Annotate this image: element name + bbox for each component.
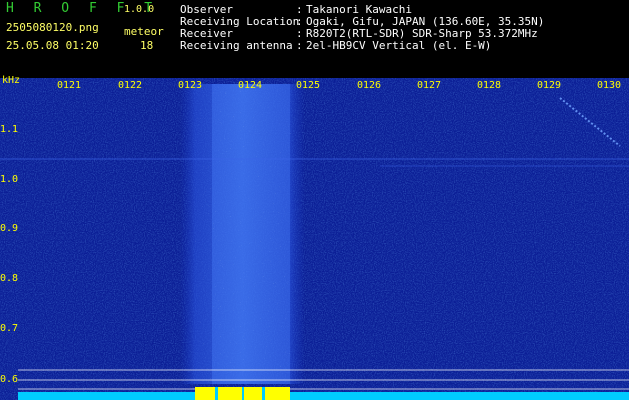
time-tick-label: 0130 [597,80,622,91]
info-separator: : [296,39,303,52]
capture-datetime: 25.05.08 01:20 [6,39,99,52]
noise-floor-bar [18,392,629,400]
app-version: 1.0.0 [124,4,155,15]
time-tick-label: 0125 [296,80,321,91]
y-tick-label: 1.0 [0,174,19,185]
file-name: 2505080120.png [6,21,99,34]
time-tick-label: 0126 [357,80,382,91]
time-tick-label: 0122 [118,80,143,91]
signal-sparkle [195,84,295,384]
peak-bar-gap [262,387,265,400]
y-tick-label: 0.9 [0,223,19,234]
time-tick-label: 0123 [178,80,203,91]
y-tick-label: 0.8 [0,273,19,284]
time-tick-label: 0128 [477,80,502,91]
hrofft-screen: H R O F F T 1.0.0 2505080120.png 25.05.0… [0,0,629,400]
antenna-value: 2el-HB9CV Vertical (el. E-W) [306,39,492,52]
meteor-count-label: meteor [124,25,164,38]
y-tick-label: 0.6 [0,374,19,385]
header-panel: H R O F F T 1.0.0 2505080120.png 25.05.0… [0,0,629,78]
spectrogram-canvas [0,78,629,400]
meteor-count-value: 18 [140,39,154,52]
time-tick-label: 0124 [238,80,263,91]
peak-bar-gap [242,387,244,400]
time-tick-label: 0121 [57,80,82,91]
time-tick-label: 0127 [417,80,442,91]
y-tick-label: 1.1 [0,124,19,135]
spectrogram-panel: kHz 1.1 1.0 0.9 0.8 0.7 0.6 0121 0122 01… [0,75,629,400]
peak-bar-gap [215,387,218,400]
noise-texture [0,78,629,400]
unit-label: kHz [2,75,21,86]
antenna-label: Receiving antenna [180,39,293,52]
time-tick-label: 0129 [537,80,562,91]
y-tick-label: 0.7 [0,323,19,334]
